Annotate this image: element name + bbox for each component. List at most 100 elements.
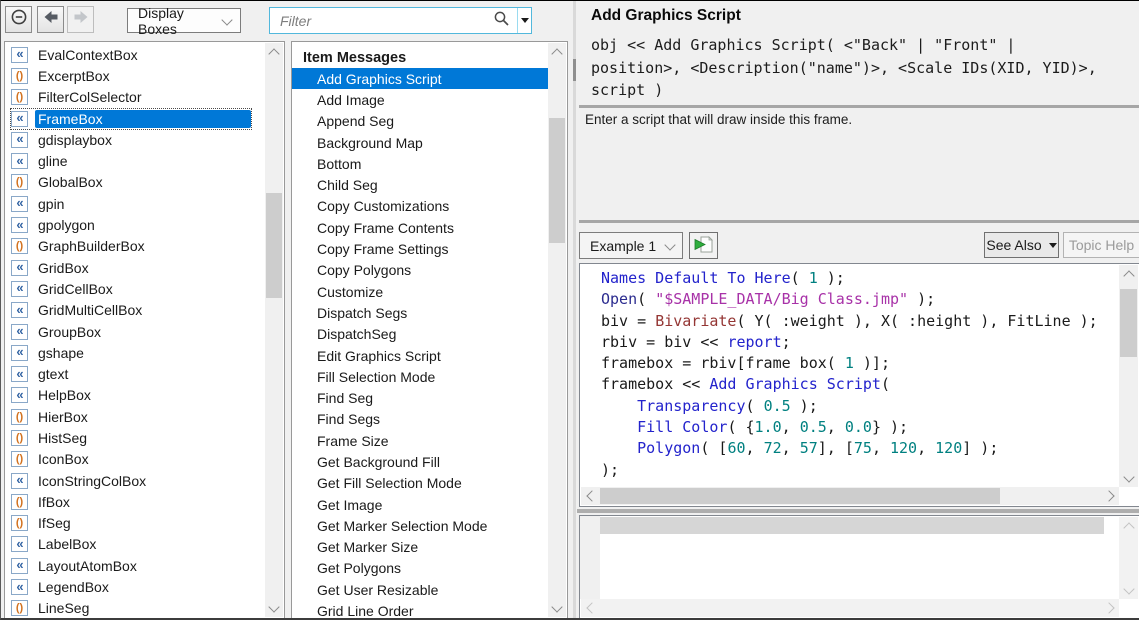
item-message-row[interactable]: Get Marker Selection Mode bbox=[292, 515, 548, 536]
scroll-down-icon[interactable] bbox=[265, 600, 283, 617]
display-box-item[interactable]: «GridMultiCellBox bbox=[5, 300, 265, 321]
forward-button[interactable] bbox=[67, 6, 94, 33]
log-vertical-scrollbar[interactable] bbox=[1119, 517, 1138, 599]
scroll-up-icon[interactable] bbox=[1119, 517, 1138, 534]
display-box-item[interactable]: «gline bbox=[5, 150, 265, 171]
scroll-down-icon[interactable] bbox=[548, 600, 566, 617]
parentheses-icon: () bbox=[11, 174, 28, 190]
display-box-item[interactable]: «IconStringColBox bbox=[5, 470, 265, 491]
display-box-item[interactable]: ()GraphBuilderBox bbox=[5, 236, 265, 257]
item-message-row[interactable]: Get Marker Size bbox=[292, 537, 548, 558]
display-box-item[interactable]: «HelpBox bbox=[5, 385, 265, 406]
circle-minus-button[interactable] bbox=[5, 6, 32, 33]
item-message-row[interactable]: Frame Size bbox=[292, 430, 548, 451]
item-message-row[interactable]: Get Background Fill bbox=[292, 451, 548, 472]
item-message-row[interactable]: Find Seg bbox=[292, 387, 548, 408]
display-box-label: EvalContextBox bbox=[35, 46, 251, 64]
item-message-row[interactable]: Copy Frame Settings bbox=[292, 238, 548, 259]
scroll-right-icon[interactable] bbox=[1102, 599, 1119, 617]
item-message-row[interactable]: Bottom bbox=[292, 153, 548, 174]
scroll-up-icon[interactable] bbox=[548, 43, 566, 60]
item-message-row[interactable]: Background Map bbox=[292, 132, 548, 153]
output-log-panel[interactable] bbox=[579, 515, 1139, 619]
scrollbar-thumb[interactable] bbox=[549, 118, 565, 243]
scrollbar-thumb[interactable] bbox=[600, 488, 1000, 504]
display-boxes-scrollbar[interactable] bbox=[265, 43, 283, 617]
circle-minus-icon bbox=[10, 8, 28, 31]
item-message-row[interactable]: Fill Selection Mode bbox=[292, 366, 548, 387]
display-box-item[interactable]: «GroupBox bbox=[5, 321, 265, 342]
item-message-row[interactable]: Add Image bbox=[292, 89, 548, 110]
display-box-item[interactable]: «gtext bbox=[5, 363, 265, 384]
display-box-item[interactable]: ()FilterColSelector bbox=[5, 87, 265, 108]
item-message-row[interactable]: Child Seg bbox=[292, 174, 548, 195]
vertical-splitter[interactable] bbox=[573, 1, 576, 620]
splitter-handle[interactable] bbox=[573, 59, 576, 81]
display-box-item[interactable]: «LegendBox bbox=[5, 576, 265, 597]
scroll-right-icon[interactable] bbox=[1102, 487, 1119, 505]
filter-field[interactable]: Filter bbox=[269, 7, 532, 34]
item-message-row[interactable]: Find Segs bbox=[292, 409, 548, 430]
category-dropdown[interactable]: Display Boxes bbox=[127, 8, 241, 33]
code-line: Transparency( 0.5 ); bbox=[601, 396, 1119, 417]
display-box-item[interactable]: ()HistSeg bbox=[5, 427, 265, 448]
display-box-item[interactable]: «gpin bbox=[5, 193, 265, 214]
scrollbar-thumb[interactable] bbox=[1120, 289, 1137, 357]
parentheses-icon: () bbox=[11, 238, 28, 254]
item-message-row[interactable]: Copy Frame Contents bbox=[292, 217, 548, 238]
display-box-item[interactable]: «gpolygon bbox=[5, 214, 265, 235]
item-message-row[interactable]: Customize bbox=[292, 281, 548, 302]
item-message-row[interactable]: Dispatch Segs bbox=[292, 302, 548, 323]
item-message-row[interactable]: Grid Line Order bbox=[292, 600, 548, 618]
display-box-item[interactable]: «gdisplaybox bbox=[5, 129, 265, 150]
code-content[interactable]: Names Default To Here( 1 );Open( "$SAMPL… bbox=[580, 264, 1119, 487]
display-box-item[interactable]: ()IfBox bbox=[5, 491, 265, 512]
display-box-item[interactable]: «GridBox bbox=[5, 257, 265, 278]
display-box-item[interactable]: «EvalContextBox bbox=[5, 44, 265, 65]
code-vertical-scrollbar[interactable] bbox=[1119, 265, 1138, 487]
item-message-row[interactable]: Get Fill Selection Mode bbox=[292, 473, 548, 494]
display-box-item[interactable]: ()HierBox bbox=[5, 406, 265, 427]
scroll-left-icon[interactable] bbox=[581, 487, 598, 505]
scrollbar-thumb[interactable] bbox=[266, 193, 282, 298]
scroll-down-icon[interactable] bbox=[1119, 582, 1138, 599]
filter-dropdown-button[interactable] bbox=[517, 8, 531, 33]
log-horizontal-scrollbar[interactable] bbox=[581, 599, 1119, 617]
double-chevron-icon: « bbox=[11, 132, 28, 148]
display-box-item[interactable]: «FrameBox bbox=[5, 108, 265, 129]
display-box-label: GridCellBox bbox=[35, 280, 251, 298]
item-messages-scrollbar[interactable] bbox=[548, 43, 566, 617]
scroll-up-icon[interactable] bbox=[265, 43, 283, 60]
display-box-item[interactable]: «LabelBox bbox=[5, 534, 265, 555]
back-button[interactable] bbox=[37, 6, 64, 33]
display-box-item[interactable]: «gshape bbox=[5, 342, 265, 363]
topic-help-button[interactable]: Topic Help bbox=[1063, 232, 1139, 258]
horizontal-splitter[interactable] bbox=[577, 509, 1139, 513]
item-message-row[interactable]: Copy Polygons bbox=[292, 260, 548, 281]
code-horizontal-scrollbar[interactable] bbox=[581, 487, 1119, 505]
item-message-row[interactable]: Get User Resizable bbox=[292, 579, 548, 600]
item-message-row[interactable]: Copy Customizations bbox=[292, 196, 548, 217]
display-box-label: HistSeg bbox=[35, 429, 251, 447]
display-box-label: IfBox bbox=[35, 493, 251, 511]
item-message-row[interactable]: DispatchSeg bbox=[292, 324, 548, 345]
display-box-item[interactable]: ()IconBox bbox=[5, 449, 265, 470]
item-message-row[interactable]: Append Seg bbox=[292, 111, 548, 132]
example-dropdown[interactable]: Example 1 bbox=[579, 232, 683, 259]
scroll-down-icon[interactable] bbox=[1119, 470, 1138, 487]
example-code-editor[interactable]: Names Default To Here( 1 );Open( "$SAMPL… bbox=[579, 263, 1139, 507]
item-message-row[interactable]: Edit Graphics Script bbox=[292, 345, 548, 366]
display-box-item[interactable]: ()IfSeg bbox=[5, 513, 265, 534]
see-also-button[interactable]: See Also bbox=[984, 232, 1059, 258]
run-example-button[interactable] bbox=[689, 232, 718, 259]
display-box-item[interactable]: ()GlobalBox bbox=[5, 172, 265, 193]
scroll-up-icon[interactable] bbox=[1119, 265, 1138, 282]
item-message-row[interactable]: Get Polygons bbox=[292, 558, 548, 579]
display-box-item[interactable]: «GridCellBox bbox=[5, 278, 265, 299]
display-box-item[interactable]: ()ExcerptBox bbox=[5, 65, 265, 86]
scroll-left-icon[interactable] bbox=[581, 599, 598, 617]
display-box-item[interactable]: ()LineSeg bbox=[5, 598, 265, 618]
item-message-row[interactable]: Add Graphics Script bbox=[292, 68, 548, 89]
display-box-item[interactable]: «LayoutAtomBox bbox=[5, 555, 265, 576]
item-message-row[interactable]: Get Image bbox=[292, 494, 548, 515]
